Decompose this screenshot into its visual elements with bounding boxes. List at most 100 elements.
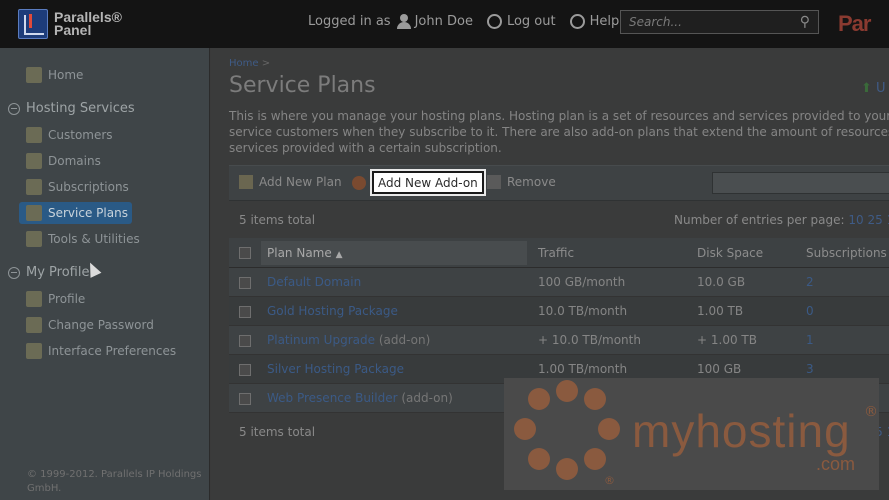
collapse-icon[interactable] [8, 266, 20, 279]
sidebar-item-interface-preferences[interactable]: Interface Preferences [26, 342, 176, 360]
column-subscriptions[interactable]: Subscriptions [806, 246, 887, 260]
disk-value: + 1.00 TB [697, 333, 757, 347]
row-checkbox[interactable] [239, 335, 251, 347]
sidebar-item-change-password[interactable]: Change Password [26, 316, 154, 334]
addon-label: (add-on) [378, 333, 431, 347]
subscriptions-link[interactable]: 2 [806, 275, 814, 289]
power-icon [486, 14, 502, 29]
traffic-value: 10.0 TB/month [538, 304, 628, 318]
sidebar-item-service-plans[interactable]: Service Plans [26, 204, 128, 222]
toolbar: Add New Plan Add New Add-on Remove ⚲ [229, 165, 889, 201]
sidebar-section-hosting-services[interactable]: Hosting Services [8, 101, 135, 116]
table-row: Default Domain 100 GB/month 10.0 GB 2 [229, 268, 889, 297]
add-plan-icon [239, 175, 253, 189]
plan-name-link[interactable]: Silver Hosting Package [267, 362, 404, 376]
plan-name-link[interactable]: Default Domain [267, 275, 361, 289]
list-search-input[interactable]: ⚲ [712, 172, 889, 194]
header-search-input[interactable]: Search... ⚲ [620, 10, 819, 34]
page-title: Service Plans [229, 73, 376, 98]
top-header: Parallels® Panel Logged in as John Doe L… [0, 0, 889, 48]
table-row: Gold Hosting Package 10.0 TB/month 1.00 … [229, 297, 889, 326]
breadcrumb-home[interactable]: Home [229, 58, 259, 69]
row-checkbox[interactable] [239, 393, 251, 405]
disk-value: 1.00 TB [697, 304, 744, 318]
header-user-area: Logged in as John Doe Log out Help [308, 14, 619, 29]
table-row: Platinum Upgrade (add-on) + 10.0 TB/mont… [229, 326, 889, 355]
page-description: This is where you manage your hosting pl… [229, 109, 889, 155]
preferences-icon [26, 343, 42, 359]
breadcrumb: Home > [229, 58, 271, 69]
entries-25-link[interactable]: 25 [868, 213, 883, 227]
logo-petal-icon [528, 448, 550, 470]
sidebar-item-domains[interactable]: Domains [26, 152, 101, 170]
registered-mark: ® [604, 474, 615, 487]
sidebar: Home Hosting Services Customers Domains … [0, 48, 210, 500]
plan-name-link[interactable]: Gold Hosting Package [267, 304, 398, 318]
logo-petal-icon [584, 388, 606, 410]
table-header: Plan Name ▲ Traffic Disk Space Subscript… [229, 238, 889, 268]
plan-name-link[interactable]: Web Presence Builder [267, 391, 398, 405]
subscriptions-link[interactable]: 3 [806, 362, 814, 376]
disk-value: 10.0 GB [697, 275, 746, 289]
logo-petal-icon [556, 458, 578, 480]
add-new-addon-button[interactable]: Add New Add-on [372, 171, 484, 194]
sidebar-item-subscriptions[interactable]: Subscriptions [26, 178, 129, 196]
add-new-plan-button[interactable]: Add New Plan [239, 175, 342, 189]
help-icon [569, 14, 585, 29]
row-checkbox[interactable] [239, 277, 251, 289]
watermark-com: .com [816, 454, 856, 474]
myhosting-watermark: myhosting .com ® ® [504, 378, 879, 490]
logo-petal-icon [584, 448, 606, 470]
column-traffic[interactable]: Traffic [538, 246, 574, 260]
disk-value: 100 GB [697, 362, 742, 376]
column-disk-space[interactable]: Disk Space [697, 246, 763, 260]
sidebar-item-tools-utilities[interactable]: Tools & Utilities [26, 230, 140, 248]
sidebar-item-home[interactable]: Home [26, 66, 83, 84]
row-checkbox[interactable] [239, 306, 251, 318]
entries-per-page-top: Number of entries per page: 10 25 1 [674, 213, 889, 227]
customers-icon [26, 127, 42, 143]
plan-name-link[interactable]: Platinum Upgrade [267, 333, 375, 347]
brand-logo-partial: Par [838, 11, 871, 36]
search-icon[interactable]: ⚲ [800, 14, 810, 30]
parallels-logo-icon [18, 9, 48, 39]
addon-label: (add-on) [401, 391, 453, 405]
subscriptions-link[interactable]: 0 [806, 304, 814, 318]
logo-petal-icon [556, 380, 578, 402]
logo-line2: Panel [54, 22, 92, 38]
logo-petal-icon [598, 418, 620, 440]
traffic-value: + 10.0 TB/month [538, 333, 641, 347]
collapse-icon[interactable] [8, 102, 20, 115]
help-link[interactable]: Help [590, 14, 620, 29]
subscriptions-icon [26, 179, 42, 195]
logout-link[interactable]: Log out [507, 14, 556, 29]
user-name-link[interactable]: John Doe [415, 14, 473, 29]
remove-button[interactable]: Remove [487, 175, 556, 189]
traffic-value: 1.00 TB/month [538, 362, 628, 376]
profile-icon [26, 291, 42, 307]
sidebar-item-profile[interactable]: Profile [26, 290, 85, 308]
row-checkbox[interactable] [239, 364, 251, 376]
traffic-value: 100 GB/month [538, 275, 626, 289]
user-icon [396, 14, 411, 29]
copyright-text: © 1999-2012. Parallels IP Holdings GmbH. [27, 469, 202, 494]
registered-mark: ® [864, 404, 878, 420]
service-plans-icon [26, 205, 42, 221]
watermark-text: myhosting [632, 405, 851, 457]
logo-petal-icon [528, 388, 550, 410]
domains-icon [26, 153, 42, 169]
add-addon-icon [352, 176, 366, 190]
upload-link[interactable]: ⬆ U [861, 81, 886, 96]
column-plan-name[interactable]: Plan Name ▲ [267, 246, 343, 260]
subscriptions-link[interactable]: 1 [806, 333, 814, 347]
sidebar-section-my-profile[interactable]: My Profile [8, 265, 89, 280]
trash-icon [487, 175, 501, 189]
entries-10-link[interactable]: 10 [848, 213, 863, 227]
sort-asc-icon: ▲ [335, 250, 343, 260]
parallels-logo[interactable]: Parallels® Panel [18, 9, 122, 39]
items-total-bottom: 5 items total [239, 425, 316, 439]
select-all-checkbox[interactable] [239, 247, 251, 259]
logo-petal-icon [514, 418, 536, 440]
sidebar-item-customers[interactable]: Customers [26, 126, 113, 144]
key-icon [26, 317, 42, 333]
